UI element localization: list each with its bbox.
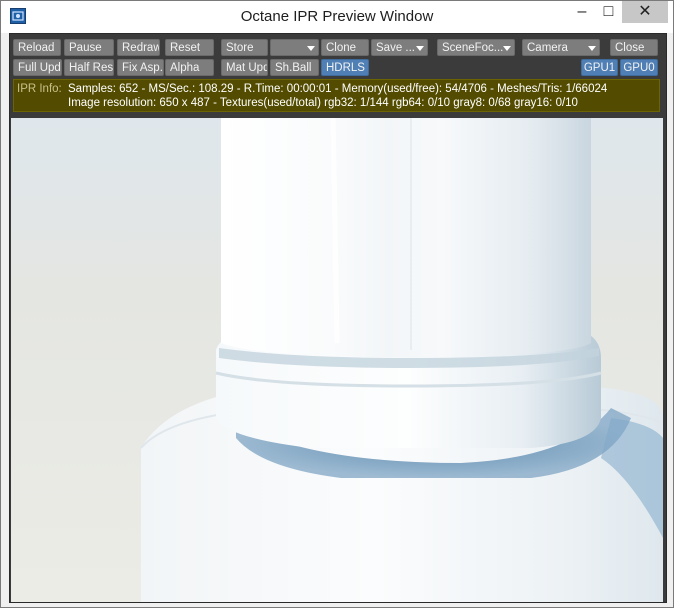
- chevron-down-icon: [416, 46, 424, 51]
- chevron-down-icon: [588, 46, 596, 51]
- scene-focus-label: SceneFoc...: [442, 42, 504, 54]
- scene-focus-dropdown[interactable]: SceneFoc...: [437, 39, 515, 56]
- ipr-info-bar: IPR Info: Samples: 652 - MS/Sec.: 108.29…: [13, 79, 660, 112]
- render-image: [11, 118, 663, 602]
- store-slot-dropdown[interactable]: [270, 39, 319, 56]
- chevron-down-icon: [503, 46, 511, 51]
- redraw-button[interactable]: Redraw: [117, 39, 160, 56]
- close-window-button[interactable]: ✕: [622, 1, 668, 23]
- camera-label: Camera: [527, 42, 568, 54]
- ipr-resolution-line: Image resolution: 650 x 487 - Textures(u…: [68, 97, 578, 109]
- close-button[interactable]: Close: [610, 39, 658, 56]
- chevron-down-icon: [307, 46, 315, 51]
- store-button[interactable]: Store: [221, 39, 268, 56]
- gpu0-toggle[interactable]: GPU0: [620, 59, 658, 76]
- reset-button[interactable]: Reset: [165, 39, 214, 56]
- title-bar[interactable]: Octane IPR Preview Window – □ ✕: [1, 1, 673, 33]
- render-viewport[interactable]: [11, 118, 663, 602]
- hdrls-toggle[interactable]: HDRLS: [321, 59, 369, 76]
- clone-button[interactable]: Clone: [321, 39, 369, 56]
- fix-aspect-button[interactable]: Fix Asp.: [117, 59, 164, 76]
- mat-update-button[interactable]: Mat Upd: [221, 59, 268, 76]
- save-dropdown[interactable]: Save ...: [371, 39, 428, 56]
- close-icon: ✕: [638, 3, 652, 20]
- minimize-icon: –: [577, 3, 587, 20]
- maximize-button[interactable]: □: [595, 1, 622, 23]
- camera-dropdown[interactable]: Camera: [522, 39, 600, 56]
- ipr-client-area: Reload Pause Redraw Reset Store Clone Sa…: [9, 33, 667, 603]
- half-res-button[interactable]: Half Res: [64, 59, 114, 76]
- maximize-icon: □: [603, 3, 614, 20]
- save-label: Save ...: [376, 42, 415, 54]
- pause-button[interactable]: Pause: [64, 39, 114, 56]
- full-update-button[interactable]: Full Upd.: [13, 59, 62, 76]
- minimize-button[interactable]: –: [569, 1, 595, 23]
- ipr-preview-window: Octane IPR Preview Window – □ ✕ Reload P…: [0, 0, 674, 608]
- reload-button[interactable]: Reload: [13, 39, 61, 56]
- shader-ball-button[interactable]: Sh.Ball: [270, 59, 319, 76]
- alpha-button[interactable]: Alpha: [165, 59, 214, 76]
- gpu1-toggle[interactable]: GPU1: [581, 59, 618, 76]
- ipr-info-label: IPR Info:: [17, 83, 62, 95]
- ipr-stats-line: Samples: 652 - MS/Sec.: 108.29 - R.Time:…: [68, 83, 608, 95]
